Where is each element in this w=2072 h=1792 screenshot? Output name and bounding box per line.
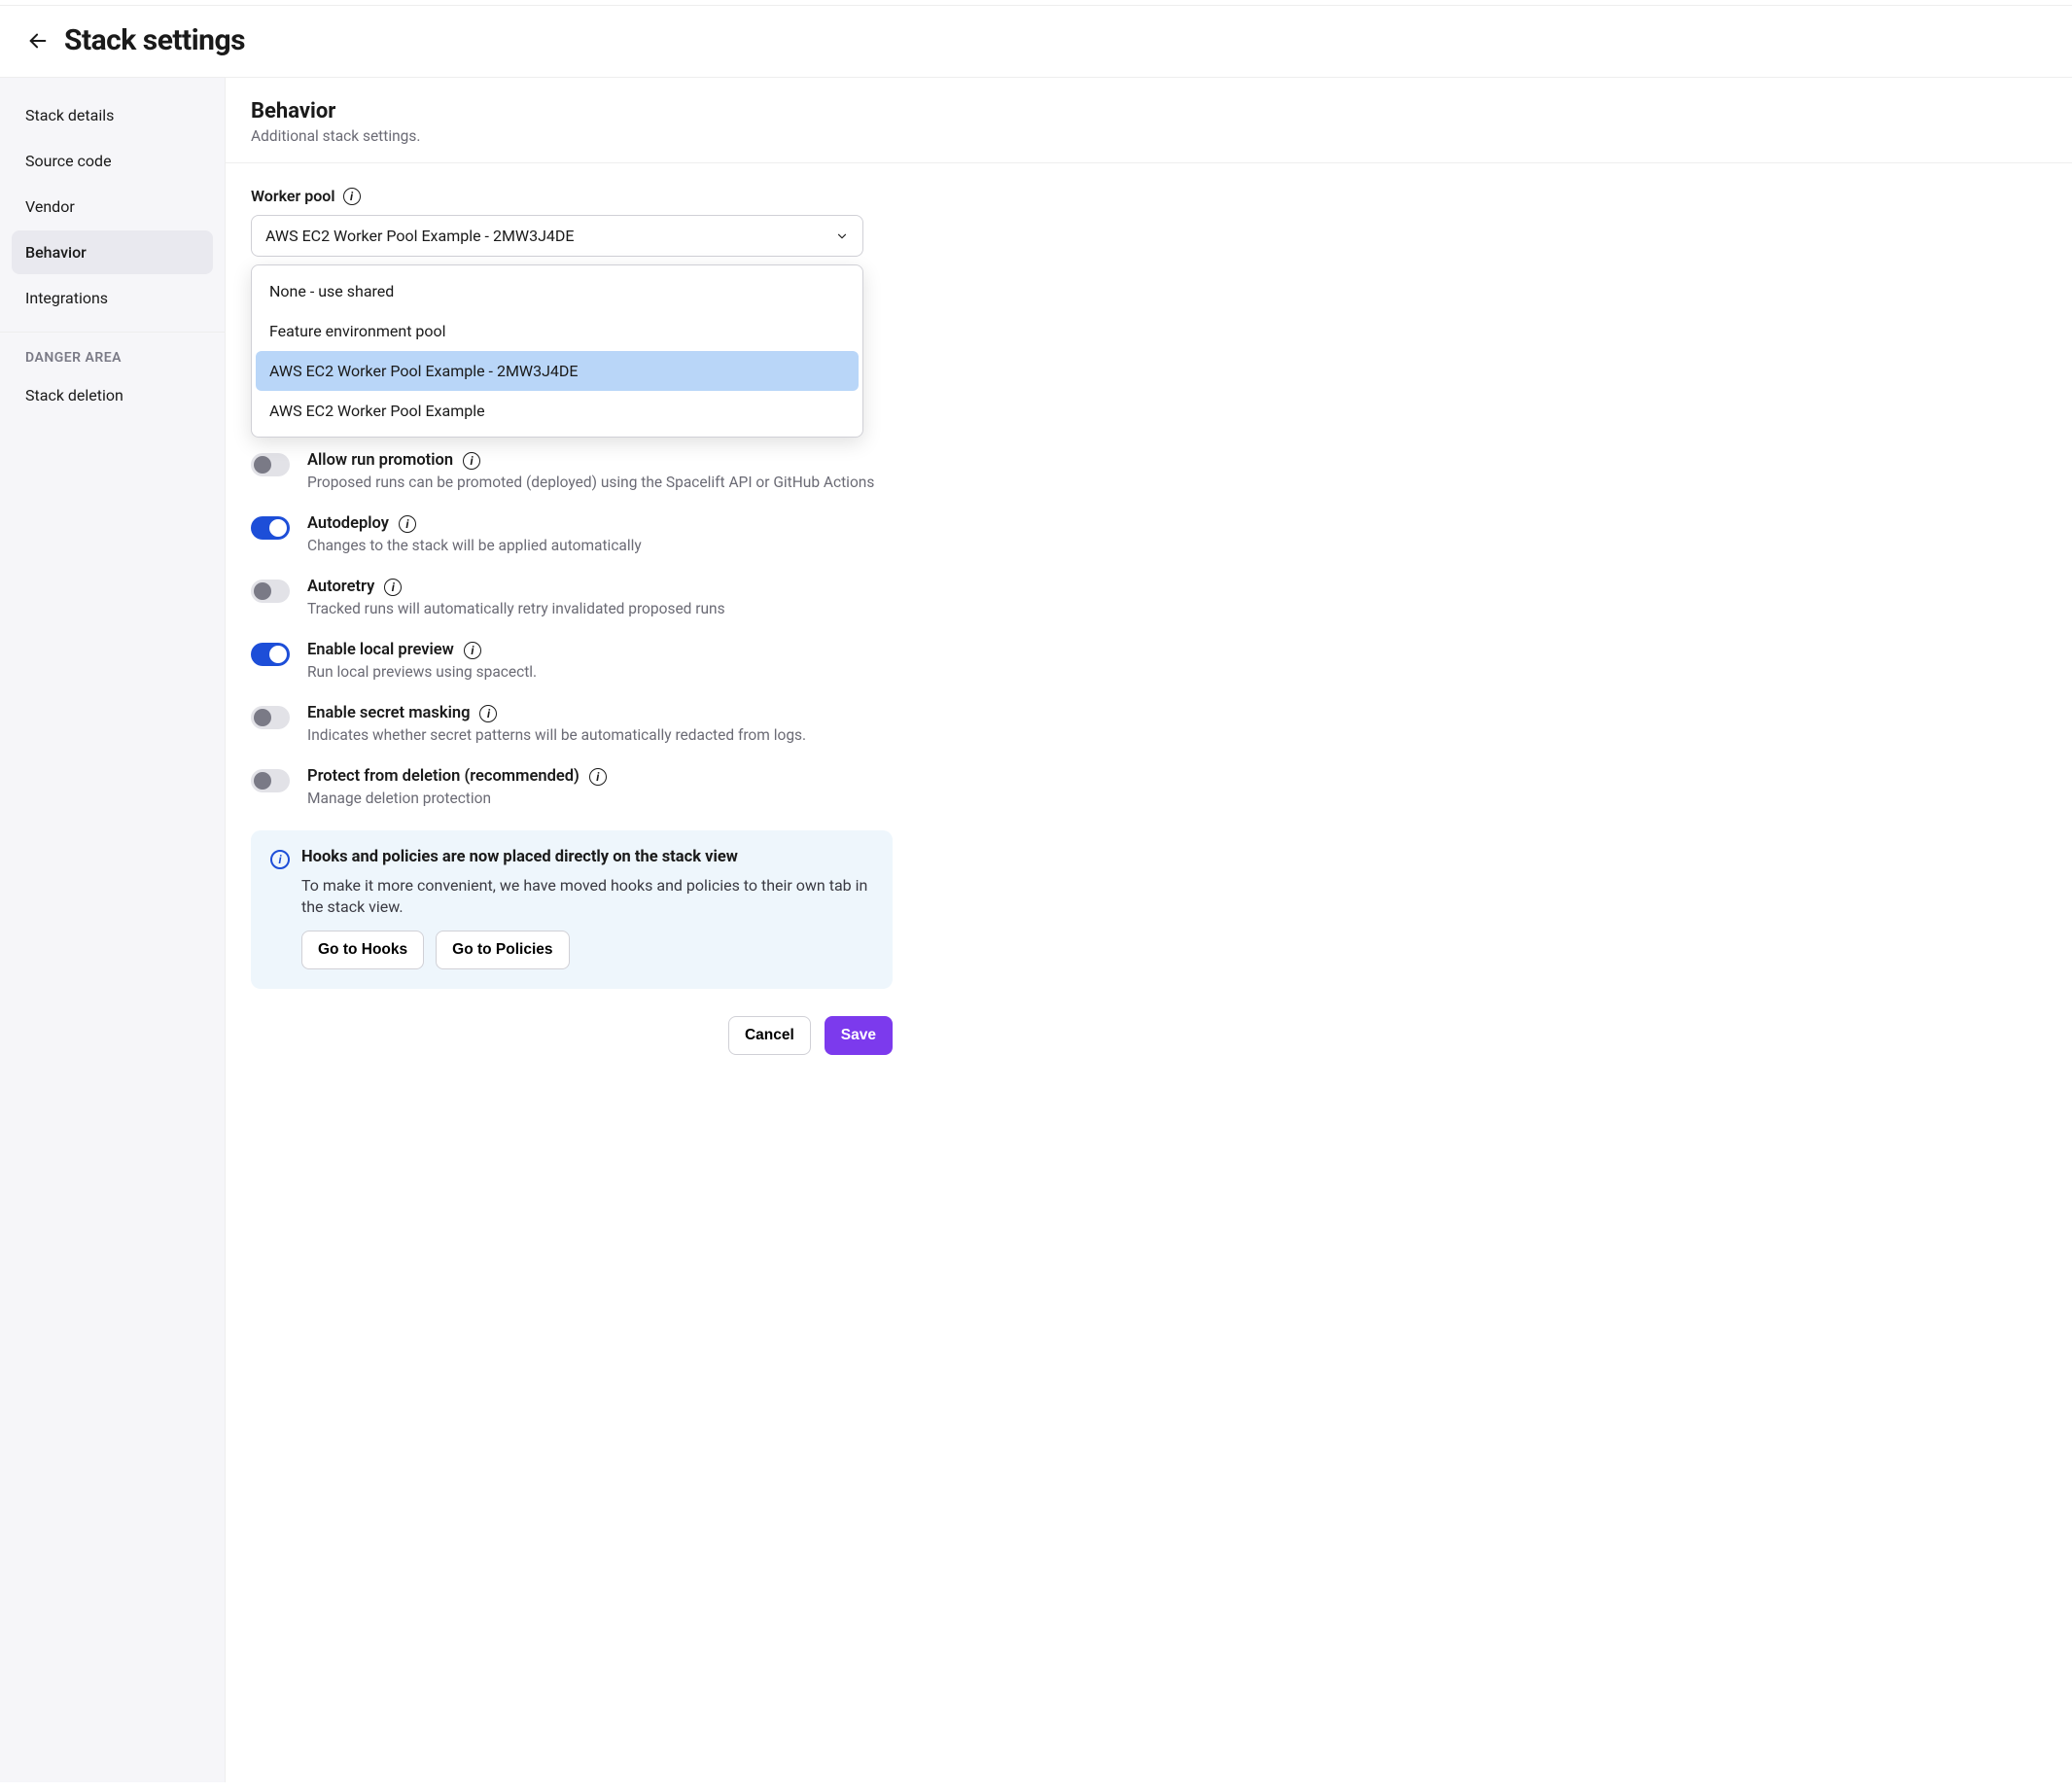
section-title: Behavior <box>251 99 2047 123</box>
toggle-autoretry[interactable] <box>251 580 290 603</box>
sidebar-item-stack-deletion[interactable]: Stack deletion <box>12 373 213 417</box>
dropdown-option-feature-env[interactable]: Feature environment pool <box>256 311 859 351</box>
sidebar-item-integrations[interactable]: Integrations <box>12 276 213 320</box>
toggle-row-enable-local-preview: Enable local preview i Run local preview… <box>251 641 1075 681</box>
sidebar-item-source-code[interactable]: Source code <box>12 139 213 183</box>
toggle-title: Enable secret masking <box>307 704 470 722</box>
toggle-title: Autodeploy <box>307 514 389 533</box>
toggle-desc: Changes to the stack will be applied aut… <box>307 537 1075 554</box>
toggle-row-autoretry: Autoretry i Tracked runs will automatica… <box>251 578 1075 617</box>
save-button[interactable]: Save <box>825 1016 893 1055</box>
dropdown-option-aws-2mw[interactable]: AWS EC2 Worker Pool Example - 2MW3J4DE <box>256 351 859 391</box>
info-icon[interactable]: i <box>343 188 361 205</box>
toggle-title: Protect from deletion (recommended) <box>307 767 579 786</box>
toggle-autodeploy[interactable] <box>251 516 290 540</box>
worker-pool-select[interactable]: AWS EC2 Worker Pool Example - 2MW3J4DE <box>251 215 863 257</box>
worker-pool-dropdown: None - use shared Feature environment po… <box>251 264 863 438</box>
worker-pool-label: Worker pool <box>251 187 335 205</box>
dropdown-option-aws[interactable]: AWS EC2 Worker Pool Example <box>256 391 859 431</box>
info-icon[interactable]: i <box>589 768 607 786</box>
toggle-title: Enable local preview <box>307 641 454 659</box>
toggle-desc: Run local previews using spacectl. <box>307 663 1075 681</box>
dropdown-option-none[interactable]: None - use shared <box>256 271 859 311</box>
go-to-hooks-button[interactable]: Go to Hooks <box>301 931 424 969</box>
info-icon[interactable]: i <box>399 515 416 533</box>
toggle-desc: Proposed runs can be promoted (deployed)… <box>307 474 1075 491</box>
toggle-row-protect-from-deletion: Protect from deletion (recommended) i Ma… <box>251 767 1075 807</box>
toggle-row-autodeploy: Autodeploy i Changes to the stack will b… <box>251 514 1075 554</box>
info-icon[interactable]: i <box>479 705 497 722</box>
info-icon[interactable]: i <box>463 452 480 470</box>
info-icon[interactable]: i <box>464 642 481 659</box>
toggle-row-allow-run-promotion: Allow run promotion i Proposed runs can … <box>251 451 1075 491</box>
toggle-title: Allow run promotion <box>307 451 453 470</box>
banner-body: To make it more convenient, we have move… <box>301 875 873 917</box>
toggle-title: Autoretry <box>307 578 374 596</box>
toggle-desc: Indicates whether secret patterns will b… <box>307 726 1075 744</box>
toggle-protect-from-deletion[interactable] <box>251 769 290 792</box>
toggle-allow-run-promotion[interactable] <box>251 453 290 476</box>
toggle-desc: Tracked runs will automatically retry in… <box>307 600 1075 617</box>
sidebar: Stack details Source code Vendor Behavio… <box>0 78 226 1782</box>
toggle-row-enable-secret-masking: Enable secret masking i Indicates whethe… <box>251 704 1075 744</box>
info-icon: i <box>270 850 290 869</box>
back-arrow-icon[interactable] <box>25 28 51 53</box>
toggle-desc: Manage deletion protection <box>307 790 1075 807</box>
banner-title: Hooks and policies are now placed direct… <box>301 848 738 869</box>
info-banner: i Hooks and policies are now placed dire… <box>251 830 893 989</box>
worker-pool-value: AWS EC2 Worker Pool Example - 2MW3J4DE <box>265 227 575 245</box>
go-to-policies-button[interactable]: Go to Policies <box>436 931 569 969</box>
sidebar-item-vendor[interactable]: Vendor <box>12 185 213 228</box>
toggle-enable-local-preview[interactable] <box>251 643 290 666</box>
toggle-enable-secret-masking[interactable] <box>251 706 290 729</box>
info-icon[interactable]: i <box>384 579 402 596</box>
sidebar-item-behavior[interactable]: Behavior <box>12 230 213 274</box>
cancel-button[interactable]: Cancel <box>728 1016 811 1055</box>
sidebar-item-stack-details[interactable]: Stack details <box>12 93 213 137</box>
chevron-down-icon <box>835 229 849 243</box>
danger-area-heading: DANGER AREA <box>0 332 225 373</box>
section-subtitle: Additional stack settings. <box>251 127 2047 145</box>
page-title: Stack settings <box>64 23 245 57</box>
